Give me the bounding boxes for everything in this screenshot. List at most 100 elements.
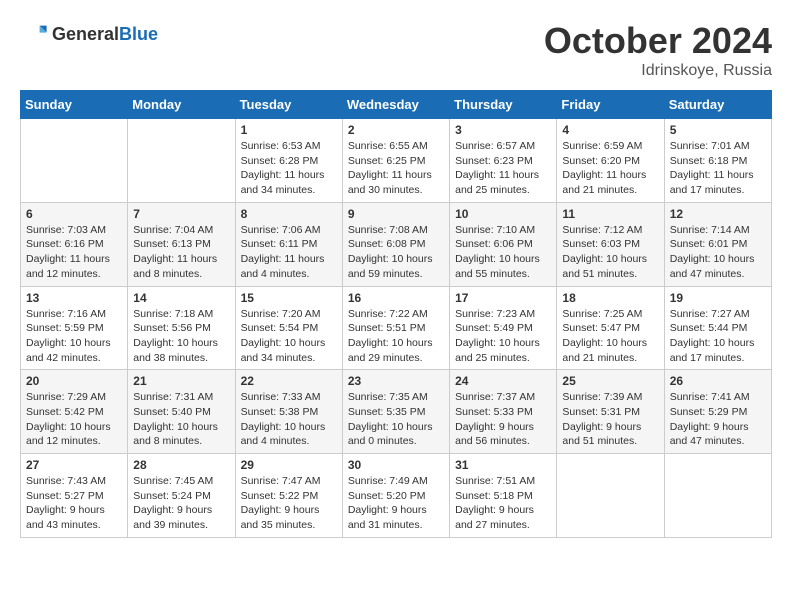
logo-wordmark: GeneralBlue — [52, 24, 158, 45]
calendar-cell: 16Sunrise: 7:22 AM Sunset: 5:51 PM Dayli… — [342, 286, 449, 370]
day-number: 6 — [26, 207, 122, 221]
calendar-cell: 11 Sunrise: 7:12 AM Sunset: 6:03 PM Dayli… — [557, 202, 664, 286]
calendar-cell: 24 Sunrise: 7:37 AM Sunset: 5:33 PM Dayli… — [450, 370, 557, 454]
day-number: 14 — [133, 291, 229, 305]
cell-sun-info: Sunrise: 6:57 AM Sunset: 6:23 PM Dayligh… — [455, 139, 551, 198]
calendar-cell: 6 Sunrise: 7:03 AM Sunset: 6:16 PM Daylig… — [21, 202, 128, 286]
day-number: 20 — [26, 374, 122, 388]
cell-sun-info: Sunrise: 7:08 AM Sunset: 6:08 PM Dayligh… — [348, 223, 444, 282]
cell-sun-info: Sunrise: 7:16 AM Sunset: 5:59 PM Dayligh… — [26, 307, 122, 366]
day-number: 24 — [455, 374, 551, 388]
calendar-cell: 29Sunrise: 7:47 AM Sunset: 5:22 PM Dayli… — [235, 454, 342, 538]
calendar-cell: 26 Sunrise: 7:41 AM Sunset: 5:29 PM Dayli… — [664, 370, 771, 454]
calendar-cell: 8 Sunrise: 7:06 AM Sunset: 6:11 PM Daylig… — [235, 202, 342, 286]
cell-sun-info: Sunrise: 7:01 AM Sunset: 6:18 PM Dayligh… — [670, 139, 766, 198]
cell-sun-info: Sunrise: 7:06 AM Sunset: 6:11 PM Dayligh… — [241, 223, 337, 282]
day-number: 19 — [670, 291, 766, 305]
calendar-cell — [21, 119, 128, 203]
calendar-cell: 3 Sunrise: 6:57 AM Sunset: 6:23 PM Daylig… — [450, 119, 557, 203]
calendar-cell: 31 Sunrise: 7:51 AM Sunset: 5:18 PM Dayli… — [450, 454, 557, 538]
calendar-cell: 17 Sunrise: 7:23 AM Sunset: 5:49 PM Dayli… — [450, 286, 557, 370]
day-number: 18 — [562, 291, 658, 305]
logo: GeneralBlue — [20, 20, 158, 48]
calendar-cell: 5Sunrise: 7:01 AM Sunset: 6:18 PM Daylig… — [664, 119, 771, 203]
calendar-cell — [664, 454, 771, 538]
day-number: 26 — [670, 374, 766, 388]
column-header-sunday: Sunday — [21, 91, 128, 119]
cell-sun-info: Sunrise: 7:25 AM Sunset: 5:47 PM Dayligh… — [562, 307, 658, 366]
day-number: 21 — [133, 374, 229, 388]
calendar-cell: 13 Sunrise: 7:16 AM Sunset: 5:59 PM Dayli… — [21, 286, 128, 370]
day-number: 17 — [455, 291, 551, 305]
cell-sun-info: Sunrise: 7:31 AM Sunset: 5:40 PM Dayligh… — [133, 390, 229, 449]
cell-sun-info: Sunrise: 7:04 AM Sunset: 6:13 PM Dayligh… — [133, 223, 229, 282]
calendar-cell: 10Sunrise: 7:10 AM Sunset: 6:06 PM Dayli… — [450, 202, 557, 286]
calendar-cell: 2 Sunrise: 6:55 AM Sunset: 6:25 PM Daylig… — [342, 119, 449, 203]
day-number: 11 — [562, 207, 658, 221]
calendar-week-row: 20 Sunrise: 7:29 AM Sunset: 5:42 PM Dayli… — [21, 370, 772, 454]
day-number: 9 — [348, 207, 444, 221]
title-block: October 2024 Idrinskoye, Russia — [544, 20, 772, 80]
column-header-tuesday: Tuesday — [235, 91, 342, 119]
cell-sun-info: Sunrise: 6:59 AM Sunset: 6:20 PM Dayligh… — [562, 139, 658, 198]
calendar-cell: 19Sunrise: 7:27 AM Sunset: 5:44 PM Dayli… — [664, 286, 771, 370]
day-number: 13 — [26, 291, 122, 305]
cell-sun-info: Sunrise: 7:43 AM Sunset: 5:27 PM Dayligh… — [26, 474, 122, 533]
cell-sun-info: Sunrise: 7:45 AM Sunset: 5:24 PM Dayligh… — [133, 474, 229, 533]
cell-sun-info: Sunrise: 7:18 AM Sunset: 5:56 PM Dayligh… — [133, 307, 229, 366]
cell-sun-info: Sunrise: 7:41 AM Sunset: 5:29 PM Dayligh… — [670, 390, 766, 449]
column-header-friday: Friday — [557, 91, 664, 119]
calendar-cell: 12 Sunrise: 7:14 AM Sunset: 6:01 PM Dayli… — [664, 202, 771, 286]
calendar-cell: 30 Sunrise: 7:49 AM Sunset: 5:20 PM Dayli… — [342, 454, 449, 538]
calendar-table: SundayMondayTuesdayWednesdayThursdayFrid… — [20, 90, 772, 538]
day-number: 31 — [455, 458, 551, 472]
day-number: 25 — [562, 374, 658, 388]
cell-sun-info: Sunrise: 7:51 AM Sunset: 5:18 PM Dayligh… — [455, 474, 551, 533]
calendar-cell: 21 Sunrise: 7:31 AM Sunset: 5:40 PM Dayli… — [128, 370, 235, 454]
calendar-cell: 1Sunrise: 6:53 AM Sunset: 6:28 PM Daylig… — [235, 119, 342, 203]
cell-sun-info: Sunrise: 7:49 AM Sunset: 5:20 PM Dayligh… — [348, 474, 444, 533]
cell-sun-info: Sunrise: 7:23 AM Sunset: 5:49 PM Dayligh… — [455, 307, 551, 366]
cell-sun-info: Sunrise: 7:12 AM Sunset: 6:03 PM Dayligh… — [562, 223, 658, 282]
cell-sun-info: Sunrise: 7:22 AM Sunset: 5:51 PM Dayligh… — [348, 307, 444, 366]
calendar-week-row: 27 Sunrise: 7:43 AM Sunset: 5:27 PM Dayli… — [21, 454, 772, 538]
day-number: 23 — [348, 374, 444, 388]
calendar-cell: 23 Sunrise: 7:35 AM Sunset: 5:35 PM Dayli… — [342, 370, 449, 454]
column-header-monday: Monday — [128, 91, 235, 119]
day-number: 4 — [562, 123, 658, 137]
logo-general: General — [52, 24, 119, 44]
cell-sun-info: Sunrise: 7:39 AM Sunset: 5:31 PM Dayligh… — [562, 390, 658, 449]
cell-sun-info: Sunrise: 7:37 AM Sunset: 5:33 PM Dayligh… — [455, 390, 551, 449]
calendar-title: October 2024 — [544, 20, 772, 62]
day-number: 10 — [455, 207, 551, 221]
cell-sun-info: Sunrise: 6:55 AM Sunset: 6:25 PM Dayligh… — [348, 139, 444, 198]
calendar-cell: 9 Sunrise: 7:08 AM Sunset: 6:08 PM Daylig… — [342, 202, 449, 286]
column-header-saturday: Saturday — [664, 91, 771, 119]
column-header-wednesday: Wednesday — [342, 91, 449, 119]
day-number: 12 — [670, 207, 766, 221]
calendar-cell: 25 Sunrise: 7:39 AM Sunset: 5:31 PM Dayli… — [557, 370, 664, 454]
cell-sun-info: Sunrise: 7:29 AM Sunset: 5:42 PM Dayligh… — [26, 390, 122, 449]
day-number: 15 — [241, 291, 337, 305]
page-header: GeneralBlue October 2024 Idrinskoye, Rus… — [20, 20, 772, 80]
cell-sun-info: Sunrise: 7:35 AM Sunset: 5:35 PM Dayligh… — [348, 390, 444, 449]
day-number: 30 — [348, 458, 444, 472]
cell-sun-info: Sunrise: 7:03 AM Sunset: 6:16 PM Dayligh… — [26, 223, 122, 282]
calendar-week-row: 13 Sunrise: 7:16 AM Sunset: 5:59 PM Dayli… — [21, 286, 772, 370]
calendar-cell: 4 Sunrise: 6:59 AM Sunset: 6:20 PM Daylig… — [557, 119, 664, 203]
day-number: 27 — [26, 458, 122, 472]
day-number: 3 — [455, 123, 551, 137]
calendar-header-row: SundayMondayTuesdayWednesdayThursdayFrid… — [21, 91, 772, 119]
column-header-thursday: Thursday — [450, 91, 557, 119]
cell-sun-info: Sunrise: 7:47 AM Sunset: 5:22 PM Dayligh… — [241, 474, 337, 533]
calendar-cell — [557, 454, 664, 538]
cell-sun-info: Sunrise: 7:14 AM Sunset: 6:01 PM Dayligh… — [670, 223, 766, 282]
cell-sun-info: Sunrise: 7:20 AM Sunset: 5:54 PM Dayligh… — [241, 307, 337, 366]
calendar-cell: 18 Sunrise: 7:25 AM Sunset: 5:47 PM Dayli… — [557, 286, 664, 370]
calendar-cell: 27 Sunrise: 7:43 AM Sunset: 5:27 PM Dayli… — [21, 454, 128, 538]
logo-icon — [20, 20, 48, 48]
calendar-week-row: 1Sunrise: 6:53 AM Sunset: 6:28 PM Daylig… — [21, 119, 772, 203]
cell-sun-info: Sunrise: 7:33 AM Sunset: 5:38 PM Dayligh… — [241, 390, 337, 449]
day-number: 8 — [241, 207, 337, 221]
day-number: 2 — [348, 123, 444, 137]
